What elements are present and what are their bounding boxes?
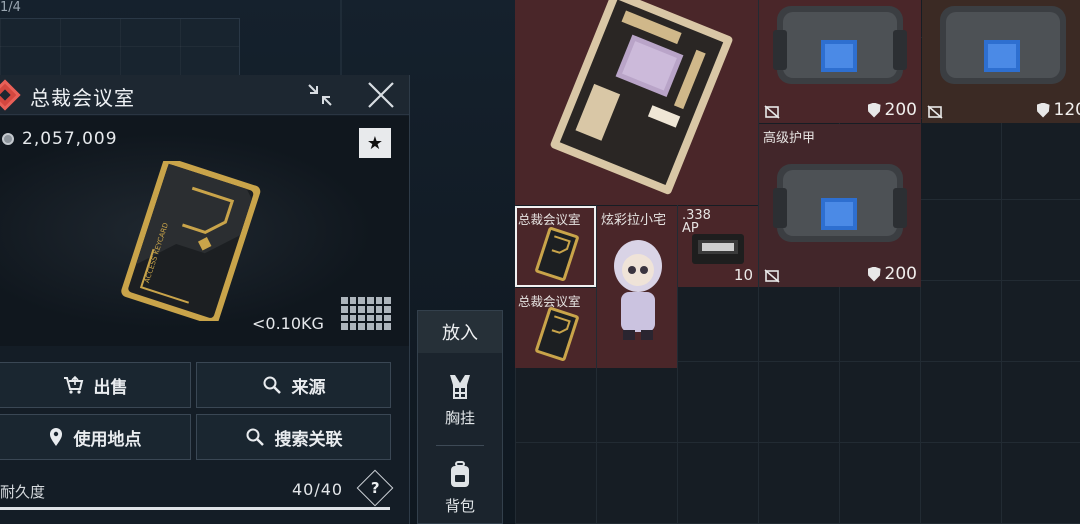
chest-rig-label: 胸挂 [444, 409, 475, 427]
durability-badge: 200 [867, 100, 917, 120]
price-row: 2,057,009 [2, 129, 118, 149]
item-label: 高级护甲 [763, 131, 816, 146]
armor-bag-image [773, 6, 907, 84]
background-panel [0, 18, 240, 78]
backpack-label: 背包 [444, 497, 475, 515]
chest-rig-icon [450, 375, 470, 399]
inventory-item-motherboard[interactable] [515, 0, 758, 205]
close-button[interactable] [366, 81, 396, 109]
durability-badge: 120 [1036, 100, 1080, 120]
ammo-box-image [692, 234, 744, 264]
inventory-grid: 200 120 高级护甲 [515, 0, 1080, 524]
keycard-image [535, 227, 579, 281]
search-icon [246, 428, 264, 446]
shield-icon [867, 266, 881, 282]
durability-bar [0, 507, 390, 510]
put-in-panel: 放入 胸挂 背包 [417, 310, 503, 524]
use-location-label: 使用地点 [73, 429, 142, 450]
durability-value: 40/40 [292, 480, 344, 499]
inventory-item-armor[interactable]: 120 [922, 0, 1080, 123]
uninsured-icon [764, 269, 780, 283]
coin-icon [2, 133, 14, 145]
use-location-button[interactable]: 使用地点 [0, 414, 191, 460]
inventory-item-keycard[interactable]: 总裁会议室 [515, 206, 596, 287]
help-button[interactable]: ? [356, 469, 394, 507]
item-price: 2,057,009 [22, 129, 118, 149]
inventory-item-keycard[interactable]: 总裁会议室 [515, 288, 596, 368]
close-icon [368, 82, 394, 108]
durability-bar-fill [0, 507, 390, 510]
inventory-item-armor[interactable]: 200 [759, 0, 921, 123]
detail-header: 总裁会议室 [0, 75, 409, 115]
item-count: 10 [733, 266, 753, 284]
rarity-diamond-icon [0, 79, 21, 111]
armor-durability: 200 [884, 264, 917, 284]
collapse-button[interactable] [305, 81, 335, 109]
source-label: 来源 [291, 377, 326, 398]
inventory-item-ammo[interactable]: .338 AP 10 [678, 206, 758, 287]
durability-label: 耐久度 [0, 483, 46, 501]
search-icon [263, 376, 281, 394]
backpack-icon [451, 461, 469, 487]
figurine-image [614, 240, 662, 340]
put-in-header: 放入 [418, 311, 502, 353]
keycard-image: ACCESS KEYCARD [121, 161, 261, 321]
sell-cart-icon [63, 375, 83, 394]
shield-icon [867, 102, 881, 118]
uninsured-icon [764, 105, 780, 119]
item-detail-panel: 总裁会议室 2,057,009 ★ ACCESS KEYCARD <0.10KG… [0, 75, 410, 524]
sell-label: 出售 [93, 377, 128, 398]
item-preview: 2,057,009 ★ ACCESS KEYCARD <0.10KG [0, 116, 409, 346]
item-size-grid-icon [341, 297, 391, 330]
backpack-slot[interactable]: 背包 [418, 461, 502, 516]
search-related-button[interactable]: 搜索关联 [196, 414, 391, 460]
keycard-image [535, 307, 579, 361]
search-related-label: 搜索关联 [274, 429, 343, 450]
durability-badge: 200 [867, 264, 917, 284]
shield-icon [1036, 102, 1050, 118]
armor-bag-image [940, 6, 1066, 84]
item-label: 炫彩拉小宅 [601, 213, 667, 228]
star-icon: ★ [366, 132, 384, 154]
sell-button[interactable]: 出售 [0, 362, 191, 408]
chest-rig-slot[interactable]: 胸挂 [418, 373, 502, 428]
inventory-item-advanced-armor[interactable]: 高级护甲 200 [759, 124, 921, 287]
item-title: 总裁会议室 [30, 86, 135, 110]
inventory-item-figurine[interactable]: 炫彩拉小宅 [597, 206, 677, 368]
armor-durability: 200 [884, 100, 917, 120]
collapse-icon [308, 84, 332, 106]
help-icon: ? [370, 478, 380, 497]
source-button[interactable]: 来源 [196, 362, 391, 408]
armor-durability: 120 [1053, 100, 1080, 120]
motherboard-image [550, 0, 733, 195]
side-divider [436, 445, 484, 446]
armor-bag-image [773, 164, 907, 242]
page-indicator: 1/4 [0, 0, 21, 15]
item-weight: <0.10KG [252, 314, 324, 333]
favorite-button[interactable]: ★ [359, 128, 391, 158]
map-pin-icon [49, 428, 62, 446]
uninsured-icon [927, 105, 943, 119]
